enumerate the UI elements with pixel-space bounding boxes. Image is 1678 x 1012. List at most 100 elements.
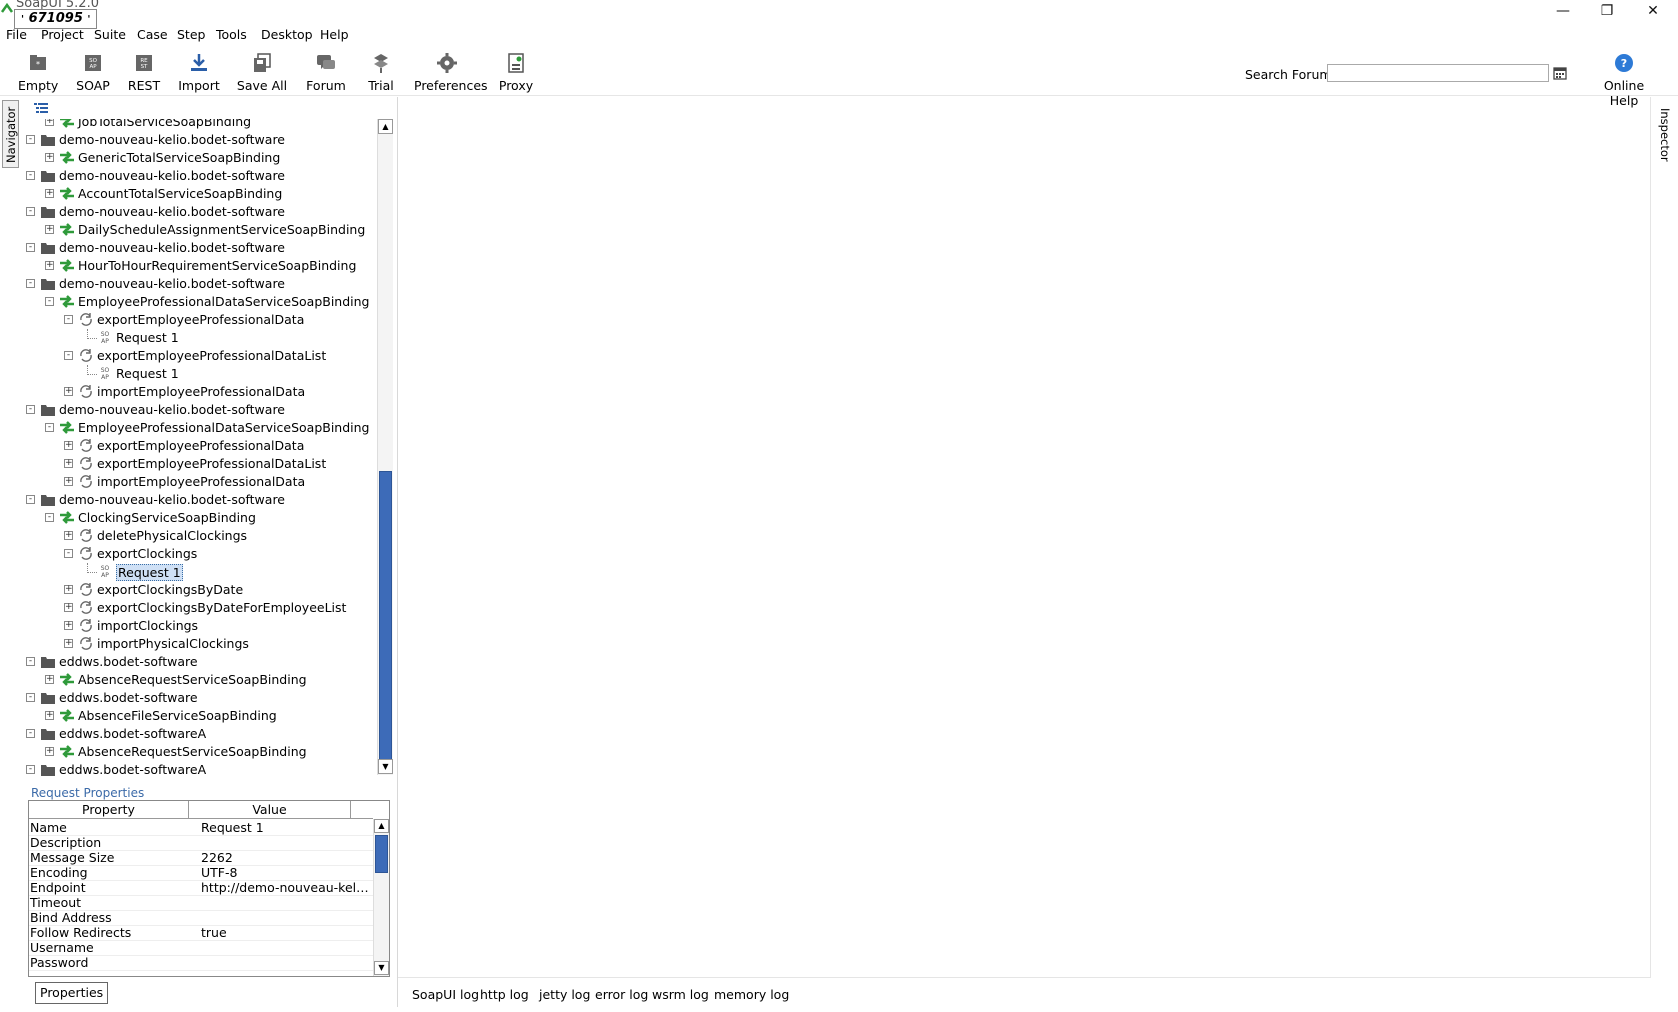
log-tab-wsrm[interactable]: wsrm log <box>652 987 709 1002</box>
collapse-toggle-icon[interactable]: - <box>26 135 35 144</box>
property-value[interactable]: 2262 <box>201 850 371 865</box>
collapse-toggle-icon[interactable]: - <box>26 243 35 252</box>
props-scroll-down-arrow[interactable]: ▼ <box>374 961 389 975</box>
property-row[interactable]: Description <box>29 835 373 851</box>
tree-scrollbar[interactable]: ▲ ▼ <box>377 119 393 775</box>
tree-node-project[interactable]: - demo-nouveau-kelio.bodet-software <box>24 203 378 221</box>
close-button[interactable]: ✕ <box>1630 0 1676 22</box>
scroll-down-arrow[interactable]: ▼ <box>378 759 393 774</box>
log-tab-error[interactable]: error log <box>595 987 648 1002</box>
forum-button[interactable]: Forum <box>304 52 348 93</box>
tree-node-project[interactable]: - demo-nouveau-kelio.bodet-software <box>24 401 378 419</box>
properties-tab[interactable]: Properties <box>35 982 109 1004</box>
expand-toggle-icon[interactable]: + <box>45 261 54 270</box>
expand-toggle-icon[interactable]: + <box>45 711 54 720</box>
collapse-toggle-icon[interactable]: - <box>26 207 35 216</box>
log-tab-jetty[interactable]: jetty log <box>539 987 590 1002</box>
property-value[interactable]: Request 1 <box>201 820 371 835</box>
inspector-tab[interactable]: Inspector <box>1656 104 1674 172</box>
minimize-button[interactable]: — <box>1540 0 1586 22</box>
scroll-up-arrow[interactable]: ▲ <box>378 119 393 134</box>
menu-file[interactable]: File <box>6 27 27 42</box>
tree-node-operation[interactable]: - exportEmployeeProfessionalData <box>24 311 378 329</box>
log-tab-soapui[interactable]: SoapUI log <box>412 987 479 1002</box>
tree-node-interface[interactable]: + AccountTotalServiceSoapBinding <box>24 185 378 203</box>
menu-suite[interactable]: Suite <box>94 27 126 42</box>
expand-toggle-icon[interactable]: + <box>64 639 73 648</box>
tree-node-operation[interactable]: - exportEmployeeProfessionalDataList <box>24 347 378 365</box>
property-row[interactable]: Name Request 1 <box>29 820 373 836</box>
value-column-header[interactable]: Value <box>189 801 351 819</box>
tree-node-operation[interactable]: + exportClockingsByDateForEmployeeList <box>24 599 378 617</box>
property-row[interactable]: Encoding UTF-8 <box>29 865 373 881</box>
collapse-toggle-icon[interactable]: - <box>64 549 73 558</box>
log-tab-memory[interactable]: memory log <box>714 987 789 1002</box>
property-value[interactable]: true <box>201 925 371 940</box>
property-row[interactable]: Follow Redirects true <box>29 925 373 941</box>
trial-button[interactable]: Trial <box>364 52 398 93</box>
tree-node-operation[interactable]: + exportClockingsByDate <box>24 581 378 599</box>
property-row[interactable]: Password <box>29 955 373 971</box>
tree-node-interface[interactable]: + AbsenceFileServiceSoapBinding <box>24 707 378 725</box>
preferences-button[interactable]: Preferences <box>414 52 488 93</box>
tree-node-project[interactable]: - eddws.bodet-softwareA <box>24 725 378 743</box>
collapse-toggle-icon[interactable]: - <box>26 693 35 702</box>
collapse-toggle-icon[interactable]: - <box>45 513 54 522</box>
expand-toggle-icon[interactable]: + <box>45 153 54 162</box>
tree-node-interface[interactable]: + AbsenceRequestServiceSoapBinding <box>24 743 378 761</box>
tree-node-project[interactable]: - demo-nouveau-kelio.bodet-software <box>24 491 378 509</box>
tree-node-operation[interactable]: - exportClockings <box>24 545 378 563</box>
scroll-thumb[interactable] <box>379 471 392 761</box>
tree-node-interface[interactable]: + JobTotalServiceSoapBinding <box>24 119 378 131</box>
tree-node-interface[interactable]: - ClockingServiceSoapBinding <box>24 509 378 527</box>
expand-toggle-icon[interactable]: + <box>45 225 54 234</box>
props-scroll-up-arrow[interactable]: ▲ <box>374 819 389 833</box>
expand-toggle-icon[interactable]: + <box>45 747 54 756</box>
tree-node-request[interactable]: SO AP Request 1 <box>24 365 378 383</box>
collapse-toggle-icon[interactable]: - <box>45 297 54 306</box>
tree-node-interface[interactable]: - EmployeeProfessionalDataServiceSoapBind… <box>24 419 378 437</box>
property-value[interactable]: UTF-8 <box>201 865 371 880</box>
tree-node-project[interactable]: - eddws.bodet-softwareA <box>24 761 378 779</box>
log-tab-http[interactable]: http log <box>480 987 529 1002</box>
expand-toggle-icon[interactable]: + <box>64 441 73 450</box>
collapse-toggle-icon[interactable]: - <box>26 729 35 738</box>
tree-node-request[interactable]: SO AP Request 1 <box>24 563 378 581</box>
expand-toggle-icon[interactable]: + <box>64 387 73 396</box>
menu-case[interactable]: Case <box>137 27 168 42</box>
collapse-toggle-icon[interactable]: - <box>26 657 35 666</box>
tree-node-interface[interactable]: + HourToHourRequirementServiceSoapBinding <box>24 257 378 275</box>
tree-node-operation[interactable]: + importPhysicalClockings <box>24 635 378 653</box>
tree-node-interface[interactable]: + DailyScheduleAssignmentServiceSoapBindi… <box>24 221 378 239</box>
menu-step[interactable]: Step <box>177 27 205 42</box>
tree-view-icon[interactable] <box>34 103 48 115</box>
property-row[interactable]: Bind Address <box>29 910 373 926</box>
menu-help[interactable]: Help <box>320 27 349 42</box>
collapse-toggle-icon[interactable]: - <box>26 765 35 774</box>
collapse-toggle-icon[interactable]: - <box>45 423 54 432</box>
menu-desktop[interactable]: Desktop <box>261 27 313 42</box>
expand-toggle-icon[interactable]: + <box>45 119 54 126</box>
tree-node-project[interactable]: - demo-nouveau-kelio.bodet-software <box>24 131 378 149</box>
maximize-button[interactable]: ❐ <box>1584 0 1630 22</box>
properties-scrollbar[interactable]: ▲ ▼ <box>373 819 389 976</box>
property-row[interactable]: Message Size 2262 <box>29 850 373 866</box>
tree-node-operation[interactable]: + importClockings <box>24 617 378 635</box>
expand-toggle-icon[interactable]: + <box>64 621 73 630</box>
expand-toggle-icon[interactable]: + <box>64 477 73 486</box>
expand-toggle-icon[interactable]: + <box>45 675 54 684</box>
expand-toggle-icon[interactable]: + <box>45 189 54 198</box>
collapse-toggle-icon[interactable]: - <box>64 315 73 324</box>
soap-project-button[interactable]: SO AP SOAP <box>74 52 112 93</box>
property-column-header[interactable]: Property <box>29 801 189 819</box>
collapse-toggle-icon[interactable]: - <box>64 351 73 360</box>
search-forum-input[interactable] <box>1327 64 1549 82</box>
search-go-icon[interactable] <box>1553 66 1567 80</box>
import-button[interactable]: Import <box>176 52 222 93</box>
collapse-toggle-icon[interactable]: - <box>26 279 35 288</box>
property-row[interactable]: Username <box>29 940 373 956</box>
collapse-toggle-icon[interactable]: - <box>26 495 35 504</box>
tree-node-operation[interactable]: + importEmployeeProfessionalData <box>24 473 378 491</box>
property-row[interactable]: Endpoint http://demo-nouveau-kelio.b... <box>29 880 373 896</box>
rest-project-button[interactable]: RE ST REST <box>124 52 164 93</box>
